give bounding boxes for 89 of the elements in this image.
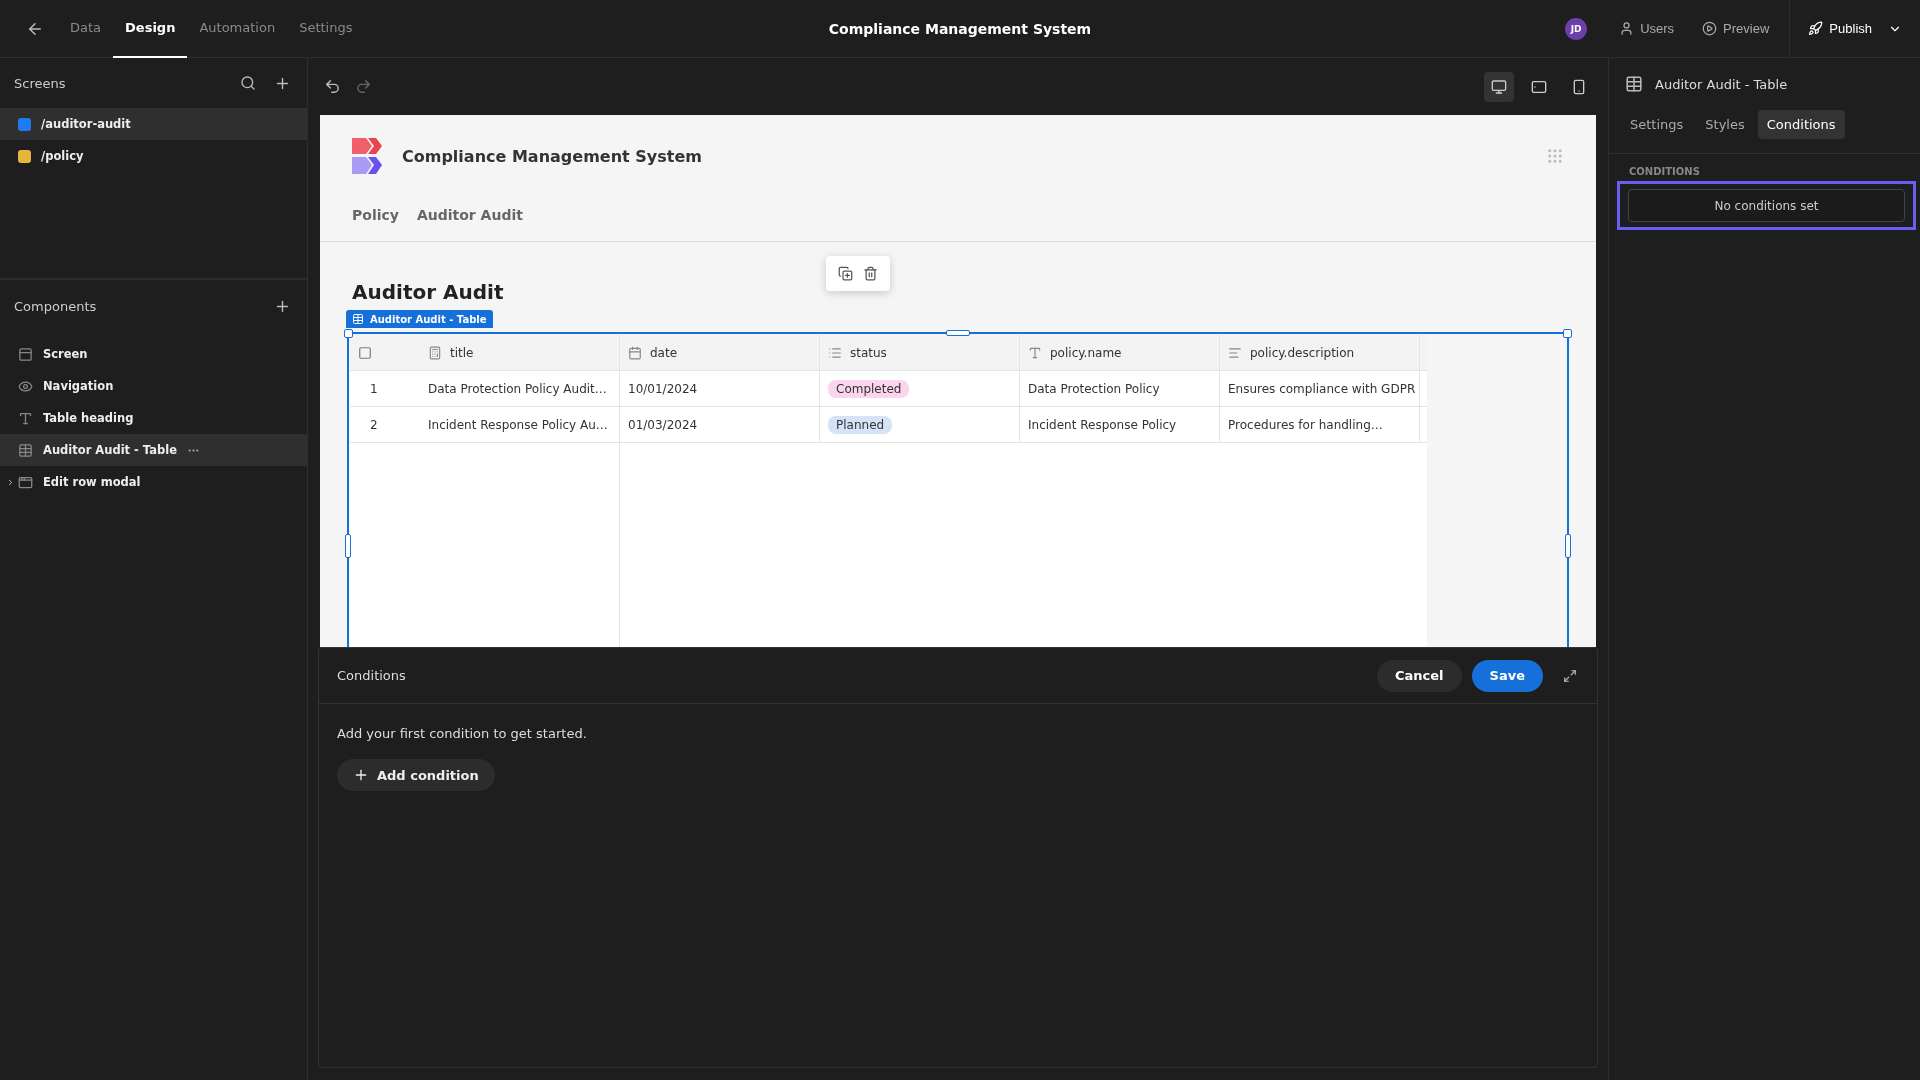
users-button[interactable]: Users [1605,0,1689,58]
table-cell: 01/03/2024 [628,417,698,432]
duplicate-icon[interactable] [838,266,853,281]
rocket-icon [1808,21,1824,36]
resize-handle[interactable] [345,534,351,558]
table-icon [18,442,33,458]
column-header[interactable]: title [420,335,620,370]
list-icon [828,345,842,360]
plus-icon [353,767,369,783]
panel-tab[interactable]: Styles [1696,110,1754,139]
row-number: 2 [369,416,379,434]
page-heading: Auditor Audit [352,280,504,304]
component-label: Auditor Audit - Table [43,443,177,457]
phone-icon [1571,78,1587,95]
panel-tab[interactable]: Conditions [1757,110,1845,139]
tag-label: Auditor Audit - Table [370,313,487,325]
text-icon [18,410,33,426]
app-title: Compliance Management System [828,20,1092,37]
route-item[interactable]: /auditor-audit [0,108,307,140]
panel-title: Conditions [337,668,407,683]
user-avatar[interactable]: JD [1565,17,1588,40]
component-label: Edit row modal [43,475,141,489]
nav-tab[interactable]: Automation [187,0,288,58]
play-icon [1702,21,1718,36]
checkbox[interactable] [358,345,372,360]
status-tag: Planned [828,415,893,434]
column-header[interactable]: policy.description [1220,335,1420,370]
table-icon [1625,75,1643,93]
component-item[interactable]: Table heading [0,402,307,434]
table-cell: Incident Response Policy Au… [428,417,608,432]
resize-handle[interactable] [1565,534,1571,558]
desktop-icon [1491,78,1507,95]
table-icon [352,313,364,325]
table-cell: Procedures for handling… [1228,417,1383,432]
row-number: 1 [369,380,379,398]
component-item[interactable]: Auditor Audit - Table [0,434,307,466]
publish-button[interactable]: Publish [1789,0,1920,58]
eye-icon [18,378,33,394]
window-icon [18,474,33,490]
calculator-icon [428,345,442,360]
nav-tab[interactable]: Data [58,0,114,58]
column-header[interactable]: policy.name [1020,335,1220,370]
resize-handle[interactable] [1563,329,1572,338]
resize-handle[interactable] [946,330,970,336]
expand-icon [1563,668,1577,683]
status-tag: Completed [828,379,910,398]
device-button[interactable] [1484,71,1514,102]
save-button[interactable]: Save [1471,659,1543,692]
section-title: Screens [14,75,66,91]
user-icon [1619,21,1635,36]
text-icon [1028,345,1042,360]
lines-icon [1228,345,1242,360]
component-item[interactable]: Navigation [0,370,307,402]
table-cell: Ensures compliance with GDPR [1228,381,1416,396]
table-cell: Incident Response Policy [1028,417,1177,432]
nav-link[interactable]: Policy [352,207,399,223]
component-item[interactable]: Screen [0,338,307,370]
component-item[interactable]: Edit row modal [0,466,307,498]
delete-icon[interactable] [863,266,878,281]
calendar-icon [628,345,642,360]
resize-handle[interactable] [344,329,353,338]
section-title: Components [14,298,97,314]
column-header[interactable]: date [620,335,820,370]
preview-button[interactable]: Preview [1688,0,1784,58]
panel-tab[interactable]: Settings [1621,110,1693,139]
cancel-button[interactable]: Cancel [1377,659,1462,692]
chevron-icon[interactable] [6,477,15,487]
app-title: Compliance Management System [402,146,703,166]
add-condition-button[interactable]: Add condition [337,759,495,791]
table-cell: Data Protection Policy Audit… [428,381,607,396]
window-icon [18,346,33,362]
undo-icon [324,78,341,95]
component-label: Table heading [43,411,134,425]
table-cell: 10/01/2024 [628,381,698,396]
screen-route: /auditor-audit [41,117,131,131]
conditions-button[interactable]: No conditions set [1628,189,1905,222]
component-label: Navigation [43,379,114,393]
redo-icon [355,78,372,95]
tablet-icon [1531,78,1547,95]
table-cell: Data Protection Policy [1028,381,1160,396]
nav-tab[interactable]: Settings [287,0,365,58]
panel-title: Auditor Audit - Table [1655,76,1788,92]
section-label: CONDITIONS [1628,165,1701,179]
screen-route: /policy [41,149,84,163]
component-label: Screen [43,347,88,361]
search-icon [240,74,256,91]
nav-link[interactable]: Auditor Audit [416,207,523,223]
hint-text: Add your first condition to get started. [336,725,588,743]
route-item[interactable]: /policy [0,140,307,172]
